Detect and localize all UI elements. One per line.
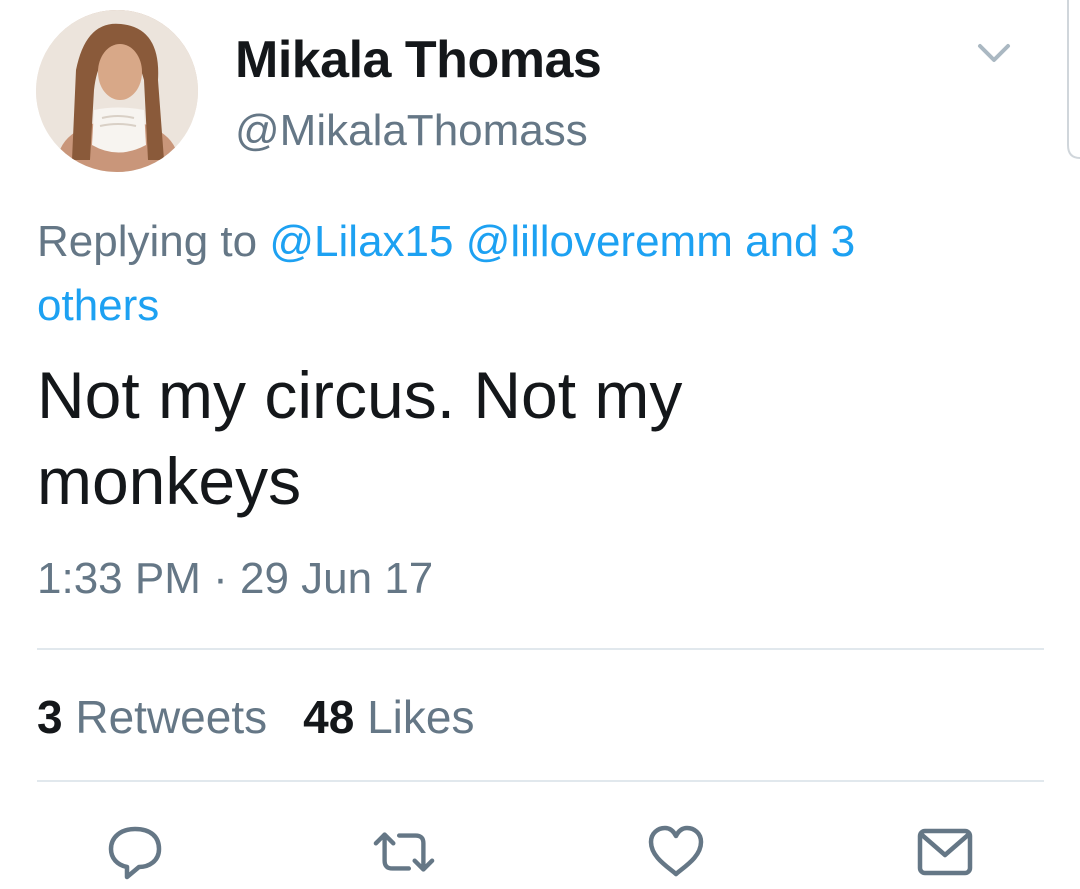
mention-link[interactable]: @Lilax15 bbox=[269, 217, 453, 266]
avatar[interactable] bbox=[36, 10, 198, 172]
reply-icon bbox=[108, 826, 162, 880]
envelope-icon bbox=[917, 828, 973, 876]
heart-icon bbox=[648, 825, 704, 877]
likes-stat[interactable]: 48 Likes bbox=[303, 691, 474, 743]
chevron-down-icon[interactable] bbox=[974, 38, 1014, 68]
replying-to-label: Replying to bbox=[37, 217, 258, 266]
meta-separator: · bbox=[213, 554, 228, 603]
tweet-text-line: Not my circus. Not my bbox=[37, 358, 683, 432]
tweet-text-line: monkeys bbox=[37, 444, 302, 518]
retweets-stat[interactable]: 3 Retweets bbox=[37, 691, 267, 743]
divider bbox=[37, 648, 1044, 650]
direct-message-button[interactable] bbox=[913, 820, 977, 884]
likes-label: Likes bbox=[367, 691, 475, 743]
divider bbox=[37, 780, 1044, 782]
card-edge bbox=[1060, 0, 1080, 165]
reply-button[interactable] bbox=[103, 820, 167, 884]
tweet-date: 29 Jun 17 bbox=[240, 554, 434, 603]
tweet-stats: 3 Retweets 48 Likes bbox=[37, 690, 474, 744]
handle[interactable]: @MikalaThomass bbox=[235, 106, 588, 156]
likes-count: 48 bbox=[303, 691, 355, 743]
replying-to: Replying to @Lilax15 @lilloveremm and 3o… bbox=[37, 210, 1017, 338]
tweet-text: Not my circus. Not my monkeys bbox=[37, 352, 937, 524]
retweet-icon bbox=[373, 832, 435, 872]
timestamp: 1:33 PM · 29 Jun 17 bbox=[37, 554, 433, 604]
display-name[interactable]: Mikala Thomas bbox=[235, 30, 602, 90]
mention-link[interactable]: @lilloveremm bbox=[466, 217, 733, 266]
retweets-label: Retweets bbox=[75, 691, 268, 743]
retweet-button[interactable] bbox=[372, 820, 436, 884]
tweet-time: 1:33 PM bbox=[37, 554, 201, 603]
like-button[interactable] bbox=[644, 820, 708, 884]
retweets-count: 3 bbox=[37, 691, 63, 743]
